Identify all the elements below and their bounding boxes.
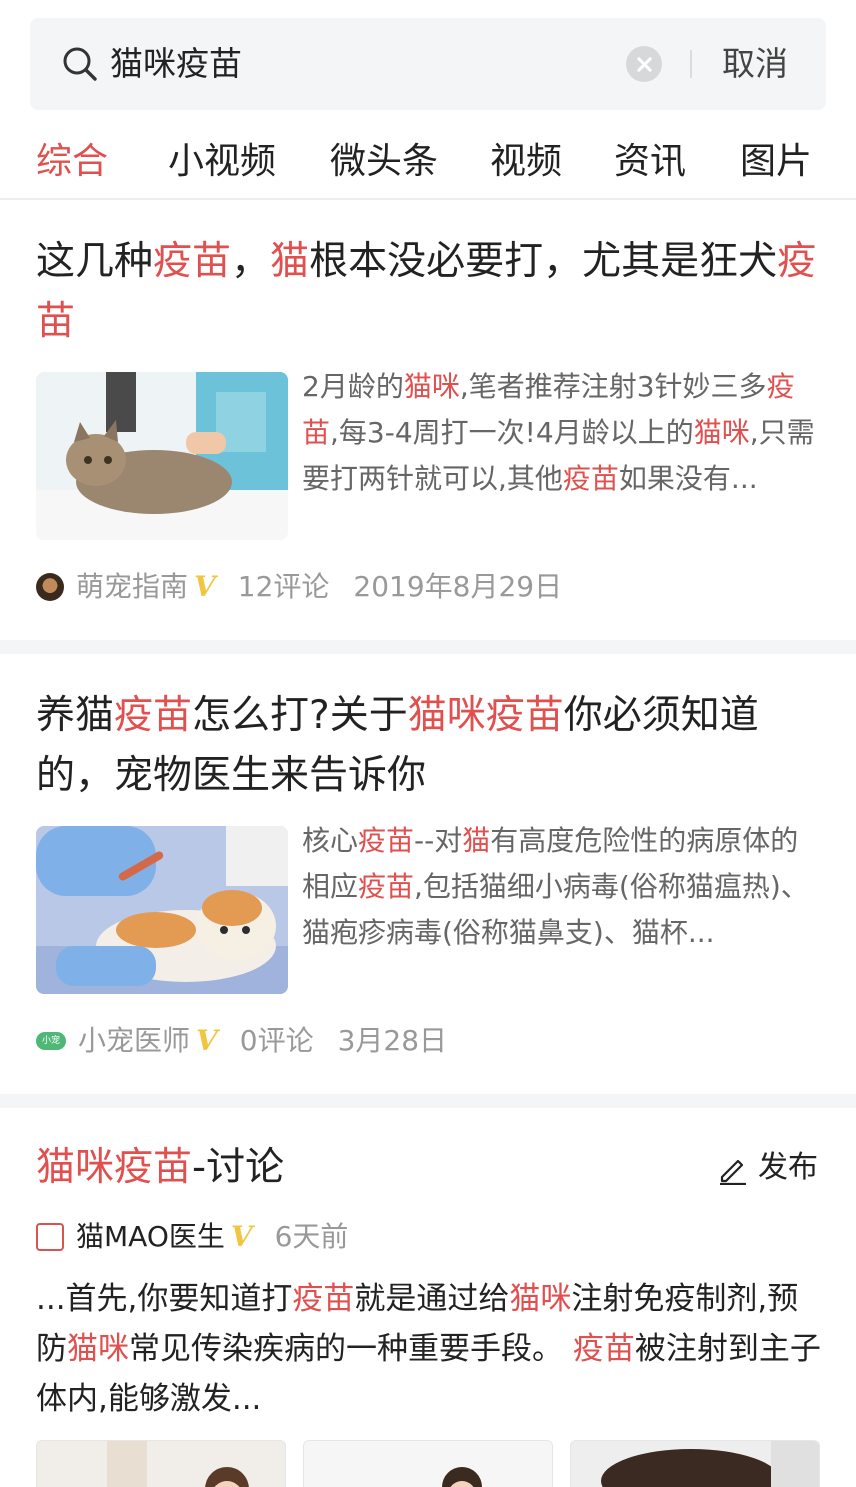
article-title[interactable]: 这几种疫苗，猫根本没必要打，尤其是狂犬疫苗	[36, 232, 826, 352]
verified-icon: V	[196, 1024, 218, 1057]
keyword-highlight: 猫咪	[403, 370, 460, 403]
cancel-button[interactable]: 取消	[722, 42, 788, 86]
keyword-highlight: 疫苗	[358, 870, 415, 903]
cat-vet-photo-icon[interactable]	[36, 372, 288, 540]
avatar[interactable]	[36, 1223, 64, 1251]
publish-date: 2019年8月29日	[353, 570, 563, 603]
keyword-highlight: 猫	[462, 824, 491, 857]
keyword-highlight: 疫苗	[114, 693, 193, 738]
text-segment: 怎么打?关于	[192, 693, 408, 738]
comment-count: 12评论	[237, 570, 330, 603]
author-name[interactable]: 小宠医师	[78, 1021, 190, 1061]
tab-short-video[interactable]: 小视频	[168, 138, 276, 186]
verified-icon: V	[194, 570, 216, 603]
comment-count: 0评论	[239, 1024, 314, 1057]
tab-comprehensive[interactable]: 综合	[36, 138, 108, 186]
cat-injection-photo-icon[interactable]	[36, 826, 288, 994]
avatar[interactable]	[36, 573, 64, 601]
article-meta: 小宠 小宠医师 V 0评论 3月28日	[36, 1020, 447, 1060]
publish-button[interactable]: 发布	[716, 1146, 818, 1190]
text-segment: ，	[231, 239, 271, 284]
keyword-highlight: 猫咪	[693, 416, 750, 449]
section-divider	[0, 640, 856, 654]
keyword-highlight: 疫苗	[572, 1331, 635, 1367]
text-segment: ,每3-4周打一次!4月龄以上的	[330, 416, 694, 449]
search-bar[interactable]: 猫咪疫苗 取消	[30, 18, 826, 110]
article-meta: 萌宠指南 V 12评论 2019年8月29日	[36, 566, 562, 606]
verified-icon: V	[230, 1220, 253, 1253]
tab-images[interactable]: 图片	[740, 138, 812, 186]
publish-date: 3月28日	[337, 1024, 448, 1057]
text-segment: 就是通过给	[354, 1281, 510, 1317]
tab-micro-headline[interactable]: 微头条	[330, 138, 438, 186]
keyword-highlight: 疫苗	[292, 1281, 355, 1317]
discussion-title[interactable]: 猫咪疫苗-讨论	[36, 1140, 284, 1196]
discussion-title-suffix: -讨论	[192, 1145, 285, 1190]
discussion-image-icon[interactable]	[36, 1440, 286, 1487]
keyword-highlight: 疫苗	[562, 462, 619, 495]
author-name[interactable]: 猫MAO医生	[76, 1217, 225, 1257]
publish-label: 发布	[758, 1150, 818, 1185]
keyword-highlight: 猫咪	[67, 1331, 129, 1367]
search-input[interactable]: 猫咪疫苗	[110, 42, 242, 86]
discussion-meta: 猫MAO医生 V 6天前	[36, 1216, 348, 1256]
text-segment: --对	[414, 824, 463, 857]
discussion-image-icon[interactable]	[303, 1440, 553, 1487]
section-divider	[0, 1094, 856, 1108]
text-segment: ,笔者推荐注射3针妙三多	[459, 370, 767, 403]
tab-news[interactable]: 资讯	[614, 138, 686, 186]
discussion-topic: 猫咪疫苗	[36, 1145, 193, 1190]
clear-icon[interactable]	[626, 46, 662, 82]
tab-video[interactable]: 视频	[490, 138, 562, 186]
text-segment: 如果没有...	[618, 462, 758, 495]
text-segment: 根本没必要打，尤其是狂犬	[309, 239, 778, 284]
text-segment: 养猫	[36, 693, 115, 738]
text-segment: 2月龄的	[302, 370, 404, 403]
search-icon	[63, 47, 97, 81]
avatar[interactable]: 小宠	[36, 1032, 66, 1050]
discussion-body[interactable]: ...首先,你要知道打疫苗就是通过给猫咪注射免疫制剂,预防猫咪常见传染疾病的一种…	[36, 1274, 822, 1424]
article-snippet: 核心疫苗--对猫有高度危险性的病原体的相应疫苗,包括猫细小病毒(俗称猫瘟热)、猫…	[302, 818, 822, 956]
keyword-highlight: 疫苗	[153, 239, 232, 284]
keyword-highlight: 猫咪	[509, 1281, 572, 1317]
search-divider	[690, 50, 692, 78]
post-time: 6天前	[274, 1220, 349, 1253]
discussion-image-icon[interactable]	[570, 1440, 820, 1487]
text-segment: 这几种	[36, 239, 154, 284]
text-segment: 常见传染疾病的一种重要手段。	[129, 1331, 573, 1367]
article-title[interactable]: 养猫疫苗怎么打?关于猫咪疫苗你必须知道的，宠物医生来告诉你	[36, 686, 826, 806]
keyword-highlight: 疫苗	[358, 824, 415, 857]
author-name[interactable]: 萌宠指南	[76, 567, 188, 607]
keyword-highlight: 猫咪疫苗	[407, 693, 564, 738]
text-segment: ...首先,你要知道打	[36, 1281, 293, 1317]
edit-icon	[720, 1159, 746, 1185]
article-snippet: 2月龄的猫咪,笔者推荐注射3针妙三多疫苗,每3-4周打一次!4月龄以上的猫咪,只…	[302, 364, 822, 502]
category-tabs: 综合 小视频 微头条 视频 资讯 图片	[0, 128, 856, 200]
keyword-highlight: 猫	[270, 239, 310, 284]
text-segment: 核心	[302, 824, 359, 857]
